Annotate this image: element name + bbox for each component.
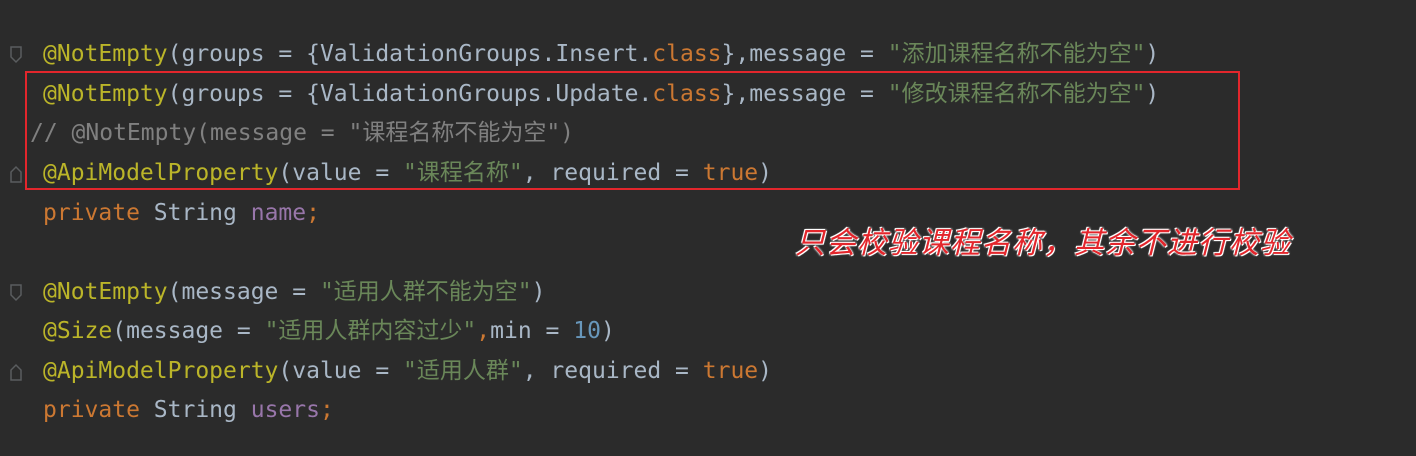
code-token: @NotEmpty — [43, 279, 168, 305]
code-token: (message = — [112, 318, 265, 344]
code-token: (groups = {ValidationGroups.Insert. — [167, 41, 653, 67]
code-token: true — [702, 358, 759, 384]
code-token: 10 — [573, 318, 601, 344]
code-token: ; — [306, 200, 320, 226]
code-token: (message = — [167, 279, 320, 305]
code-token: users — [250, 397, 320, 423]
code-line-notempty-insert[interactable]: @NotEmpty(groups = {ValidationGroups.Ins… — [43, 37, 1159, 71]
code-token: "适用人群内容过少" — [264, 318, 477, 344]
code-line-apimodelproperty-users[interactable]: @ApiModelProperty(value = "适用人群", requir… — [43, 354, 772, 388]
code-token: }, — [721, 41, 750, 67]
code-token: @NotEmpty — [43, 41, 168, 67]
fold-end-icon[interactable] — [9, 164, 23, 184]
code-editor[interactable]: @NotEmpty(groups = {ValidationGroups.Ins… — [0, 0, 1416, 456]
code-token: , required = — [522, 358, 703, 384]
annotation-note: 只会校验课程名称，其余不进行校验 — [795, 226, 1291, 261]
code-token: name — [250, 200, 307, 226]
code-token: String — [153, 397, 251, 423]
code-token: "适用人群不能为空" — [319, 279, 532, 305]
code-token: min = — [490, 318, 574, 344]
code-token: @ApiModelProperty — [43, 358, 279, 384]
code-token: class — [652, 41, 722, 67]
highlight-box — [25, 71, 1240, 190]
code-line-field-users[interactable]: private String users; — [43, 393, 334, 427]
code-token: @Size — [43, 318, 113, 344]
fold-start-icon[interactable] — [9, 283, 23, 303]
code-token: "适用人群" — [403, 358, 523, 384]
code-line-field-name[interactable]: private String name; — [43, 196, 320, 230]
code-token: message = — [749, 41, 888, 67]
fold-start-icon[interactable] — [9, 45, 23, 65]
code-token: "添加课程名称不能为空" — [887, 41, 1146, 67]
code-line-size-users[interactable]: @Size(message = "适用人群内容过少",min = 10) — [43, 314, 615, 348]
code-token: ) — [600, 318, 615, 344]
code-token: ) — [531, 279, 546, 305]
code-token: ) — [758, 358, 772, 384]
code-token: private — [43, 200, 154, 226]
code-token: String — [153, 200, 251, 226]
code-token: ) — [1145, 41, 1160, 67]
code-token: private — [43, 397, 154, 423]
code-token: (value = — [278, 358, 404, 384]
code-token: ; — [319, 397, 334, 423]
code-line-notempty-users[interactable]: @NotEmpty(message = "适用人群不能为空") — [43, 275, 546, 309]
fold-end-icon[interactable] — [9, 362, 23, 382]
code-token: , — [476, 318, 491, 344]
